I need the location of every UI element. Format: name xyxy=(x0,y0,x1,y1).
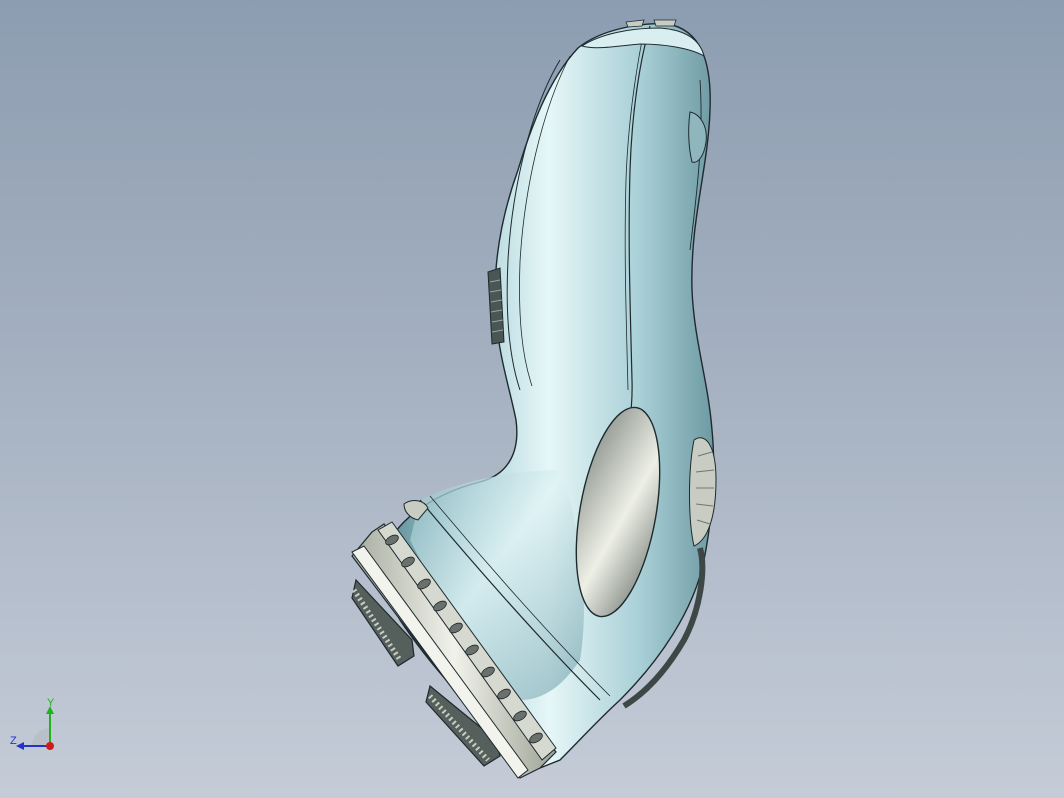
cad-viewport[interactable]: Y Z xyxy=(0,0,1064,798)
y-axis-label: Y xyxy=(47,698,55,709)
top-notch-right xyxy=(653,19,677,27)
z-axis-arrow xyxy=(16,742,24,750)
x-axis-dot xyxy=(46,742,54,750)
axis-triad: Y Z xyxy=(8,697,68,758)
shaver-model[interactable] xyxy=(0,0,1064,798)
triad-graphic: Y Z xyxy=(10,697,55,750)
top-notch-left xyxy=(625,19,645,28)
z-axis-label: Z xyxy=(10,735,17,747)
